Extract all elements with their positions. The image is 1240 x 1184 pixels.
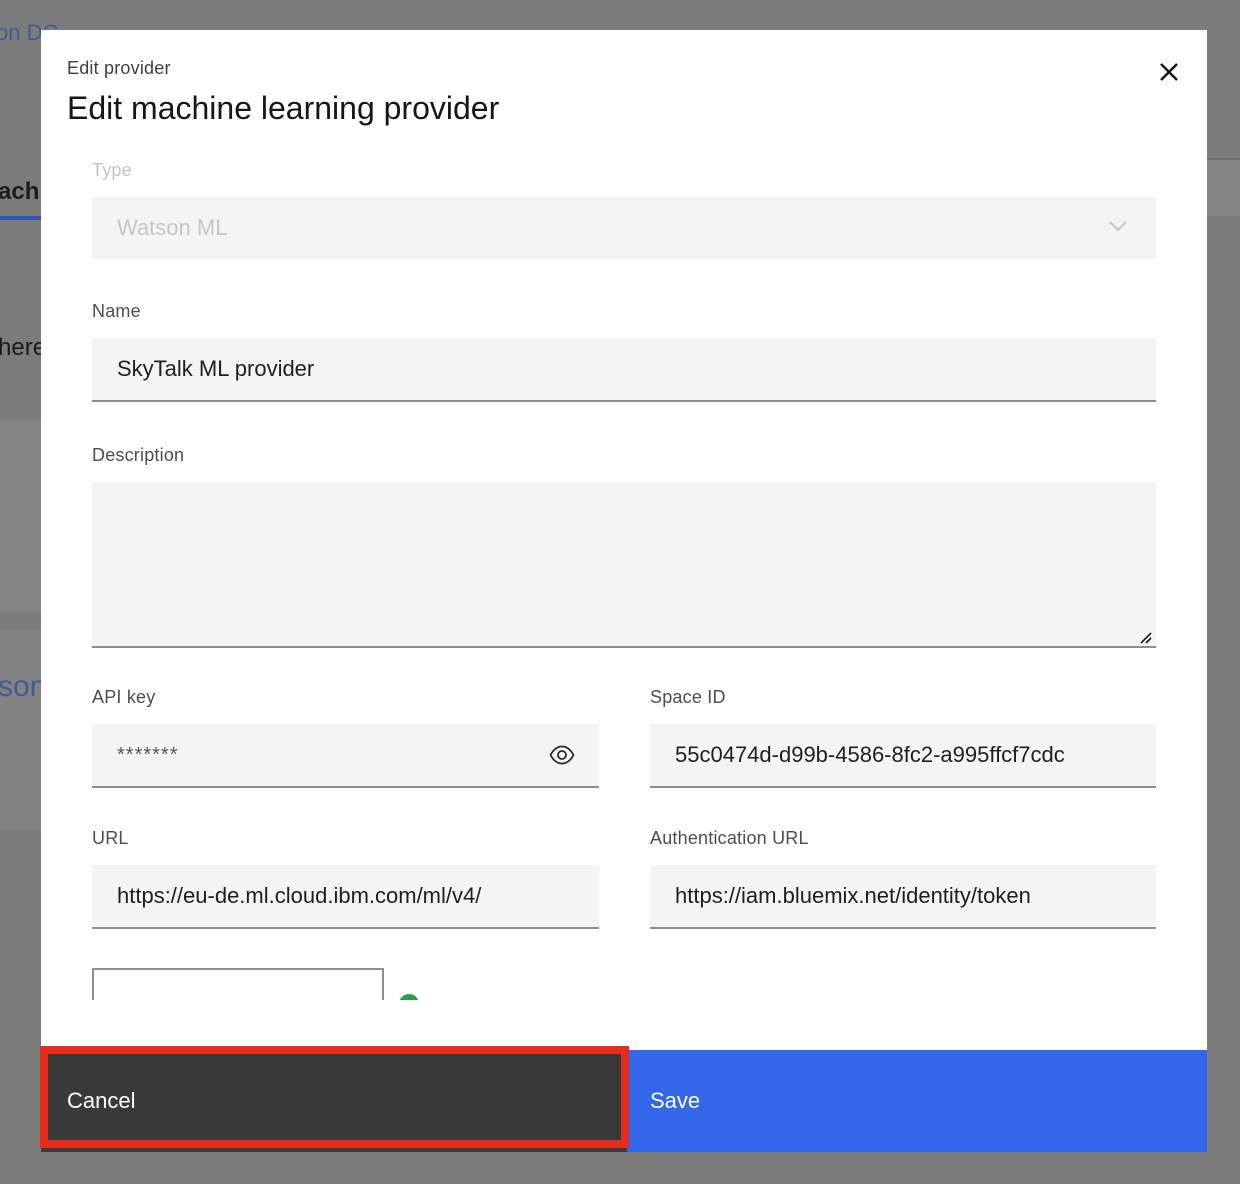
background-tab: ach <box>0 178 40 205</box>
description-textarea[interactable] <box>92 482 1156 648</box>
test-connection-button[interactable] <box>92 968 384 1000</box>
save-button-label: Save <box>650 1088 701 1113</box>
background-panel <box>1207 160 1240 216</box>
type-select[interactable]: Watson ML <box>92 197 1156 259</box>
background-heading: son <box>0 670 47 703</box>
background-text: here <box>0 334 47 361</box>
chevron-down-icon <box>1109 221 1127 232</box>
background-tab-indicator <box>0 216 42 220</box>
auth-url-input[interactable]: https://iam.bluemix.net/identity/token <box>650 865 1156 929</box>
description-label: Description <box>92 445 185 465</box>
background-panel <box>0 420 42 612</box>
resize-handle-icon[interactable] <box>1138 630 1152 644</box>
name-input[interactable]: SkyTalk ML provider <box>92 338 1156 402</box>
eye-icon[interactable] <box>549 744 575 766</box>
url-input[interactable]: https://eu-de.ml.cloud.ibm.com/ml/v4/ <box>92 865 599 929</box>
api-key-value: ******* <box>117 743 179 766</box>
modal-title: Edit machine learning provider <box>67 90 500 126</box>
modal-label: Edit provider <box>67 58 171 78</box>
status-indicator-icon <box>399 994 419 1000</box>
api-key-label: API key <box>92 687 156 707</box>
name-label: Name <box>92 301 141 321</box>
space-id-input[interactable]: 55c0474d-d99b-4586-8fc2-a995ffcf7cdc <box>650 724 1156 788</box>
type-select-value: Watson ML <box>117 215 228 240</box>
save-button[interactable]: Save <box>627 1050 1207 1152</box>
space-id-label: Space ID <box>650 687 726 707</box>
background-panel <box>0 630 42 830</box>
url-value: https://eu-de.ml.cloud.ibm.com/ml/v4/ <box>117 883 482 908</box>
type-label: Type <box>92 160 132 180</box>
modal-body: Type Watson ML Name SkyTalk ML provider … <box>41 150 1207 1000</box>
auth-url-label: Authentication URL <box>650 828 809 848</box>
space-id-value: 55c0474d-d99b-4586-8fc2-a995ffcf7cdc <box>675 742 1065 767</box>
edit-provider-modal: Edit provider Edit machine learning prov… <box>41 30 1207 1152</box>
api-key-input[interactable]: ******* <box>92 724 599 788</box>
cancel-button-label: Cancel <box>67 1088 136 1113</box>
close-button[interactable] <box>1149 52 1189 92</box>
auth-url-value: https://iam.bluemix.net/identity/token <box>675 883 1031 908</box>
close-icon <box>1160 63 1178 81</box>
cancel-button[interactable]: Cancel <box>41 1050 627 1152</box>
url-label: URL <box>92 828 129 848</box>
name-input-value: SkyTalk ML provider <box>117 356 315 381</box>
